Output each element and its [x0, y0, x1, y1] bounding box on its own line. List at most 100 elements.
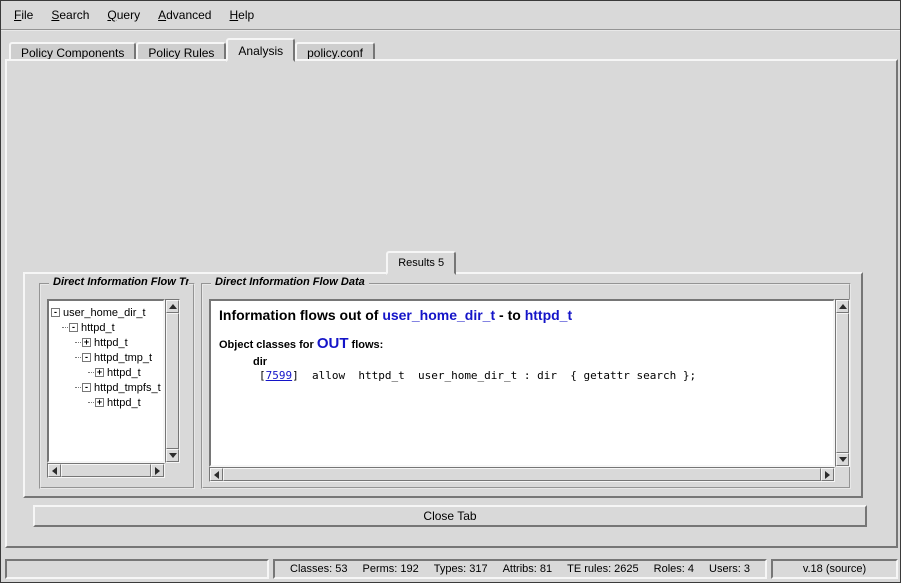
object-class-name: dir — [253, 356, 825, 368]
rule-text: allow httpd_t user_home_dir_t : dir { ge… — [299, 369, 696, 382]
flow-direction: OUT — [317, 335, 349, 352]
tree-connector — [75, 387, 81, 388]
tree-connector — [75, 342, 81, 343]
menu-search[interactable]: Search — [42, 4, 98, 26]
tree-node-label[interactable]: httpd_tmp_t — [94, 352, 152, 364]
menu-label-accel: H — [229, 8, 238, 22]
close-tab-button[interactable]: Close Tab — [33, 505, 867, 527]
menu-file[interactable]: File — [5, 4, 42, 26]
tree-connector — [88, 372, 94, 373]
tree-node-label[interactable]: httpd_t — [81, 322, 115, 334]
headline-target-type: httpd_t — [525, 307, 572, 323]
down-arrow-icon — [839, 457, 847, 466]
stat-perms: Perms: 192 — [363, 563, 419, 575]
headline-mid: - to — [495, 307, 525, 323]
tab-label: Policy Rules — [148, 46, 214, 60]
tree-row: + httpd_t — [49, 335, 163, 350]
stat-classes: Classes: 53 — [290, 563, 347, 575]
flow-tree-frame: Direct Information Flow Tree - user_home… — [39, 283, 195, 489]
tree-node-label[interactable]: httpd_t — [94, 337, 128, 349]
scroll-right-button[interactable] — [821, 468, 834, 481]
tree-connector — [62, 327, 68, 328]
headline-prefix: Information flows out of — [219, 307, 382, 323]
tree-expander-icon[interactable]: + — [95, 398, 104, 407]
flow-headline: Information flows out of user_home_dir_t… — [219, 307, 825, 323]
tree-node-label[interactable]: httpd_tmpfs_t — [94, 382, 161, 394]
flow-tree: - user_home_dir_t - httpd_t + httpd_t - … — [47, 299, 165, 463]
horizontal-scrollbar[interactable] — [209, 467, 835, 482]
tree-row: + httpd_t — [49, 395, 163, 410]
headline-source-type: user_home_dir_t — [382, 307, 495, 323]
te-rule-line: [7599] allow httpd_t user_home_dir_t : d… — [259, 369, 825, 382]
horizontal-scrollbar[interactable] — [47, 463, 165, 478]
tree-expander-icon[interactable]: + — [82, 338, 91, 347]
rule-bracket-close: ] — [292, 369, 299, 382]
tab-label: Policy Components — [21, 46, 124, 60]
tree-expander-icon[interactable]: - — [51, 308, 60, 317]
menu-label-rest: elp — [238, 8, 254, 22]
menu-advanced[interactable]: Advanced — [149, 4, 220, 26]
close-tab-label: Close Tab — [423, 509, 476, 523]
right-arrow-icon — [825, 471, 834, 479]
menu-label-accel: A — [158, 8, 166, 22]
tab-label: Results 5 — [398, 257, 444, 269]
tab-analysis[interactable]: Analysis — [226, 38, 295, 62]
tree-node-label[interactable]: httpd_t — [107, 367, 141, 379]
scrollbar-thumb[interactable] — [61, 464, 151, 477]
tab-label: policy.conf — [307, 46, 363, 60]
scroll-left-button[interactable] — [48, 464, 61, 477]
scroll-up-button[interactable] — [836, 300, 849, 313]
scroll-left-button[interactable] — [210, 468, 223, 481]
vertical-scrollbar[interactable] — [835, 299, 850, 467]
flow-data-frame: Direct Information Flow Data Information… — [201, 283, 851, 489]
menu-label-rest: uery — [117, 8, 140, 22]
up-arrow-icon — [169, 300, 177, 309]
tree-row: + httpd_t — [49, 365, 163, 380]
left-arrow-icon — [210, 471, 219, 479]
tree-connector — [88, 402, 94, 403]
tree-node-label[interactable]: user_home_dir_t — [63, 307, 146, 319]
scrollbar-thumb[interactable] — [166, 313, 179, 449]
tree-node-label[interactable]: httpd_t — [107, 397, 141, 409]
up-arrow-icon — [839, 300, 847, 309]
rule-number-link[interactable]: 7599 — [266, 369, 293, 382]
stat-users: Users: 3 — [709, 563, 750, 575]
tree-expander-icon[interactable]: - — [82, 353, 91, 362]
menu-help[interactable]: Help — [220, 4, 263, 26]
down-arrow-icon — [169, 453, 177, 462]
policy-version: v.18 (source) — [803, 563, 866, 575]
scroll-down-button[interactable] — [166, 449, 179, 462]
tree-expander-icon[interactable]: + — [95, 368, 104, 377]
scroll-right-button[interactable] — [151, 464, 164, 477]
stat-te-rules: TE rules: 2625 — [567, 563, 639, 575]
tree-row: - httpd_tmp_t — [49, 350, 163, 365]
stat-types: Types: 317 — [434, 563, 488, 575]
subline-prefix: Object classes for — [219, 339, 317, 351]
tab-label: Analysis — [238, 44, 283, 58]
tree-row: - httpd_tmpfs_t — [49, 380, 163, 395]
tree-expander-icon[interactable]: - — [82, 383, 91, 392]
apol-window: File Search Query Advanced Help Policy C… — [0, 0, 901, 583]
stat-roles: Roles: 4 — [654, 563, 694, 575]
vertical-scrollbar[interactable] — [165, 299, 180, 463]
menu-label-rest: dvanced — [166, 8, 211, 22]
flow-data-caption: Direct Information Flow Data — [211, 276, 369, 288]
scroll-up-button[interactable] — [166, 300, 179, 313]
status-segment-left — [5, 559, 269, 579]
subline-suffix: flows: — [349, 339, 384, 351]
analysis-results-frame: Analysis Results Empty Tab Results 1 Res… — [15, 229, 871, 531]
tree-connector — [75, 357, 81, 358]
stat-attribs: Attribs: 81 — [503, 563, 553, 575]
tree-expander-icon[interactable]: - — [69, 323, 78, 332]
scrollbar-thumb[interactable] — [836, 313, 849, 453]
scroll-down-button[interactable] — [836, 453, 849, 466]
status-segment-version: v.18 (source) — [771, 559, 898, 579]
flow-tree-caption: Direct Information Flow Tree — [49, 276, 189, 288]
scrollbar-thumb[interactable] — [223, 468, 821, 481]
menu-query[interactable]: Query — [98, 4, 149, 26]
tab-results-5[interactable]: Results 5 — [386, 251, 456, 275]
menu-label-rest: ile — [21, 8, 33, 22]
menu-label-accel: Q — [107, 8, 116, 22]
menu-bar: File Search Query Advanced Help — [1, 1, 900, 31]
flow-data-text: Information flows out of user_home_dir_t… — [209, 299, 835, 467]
